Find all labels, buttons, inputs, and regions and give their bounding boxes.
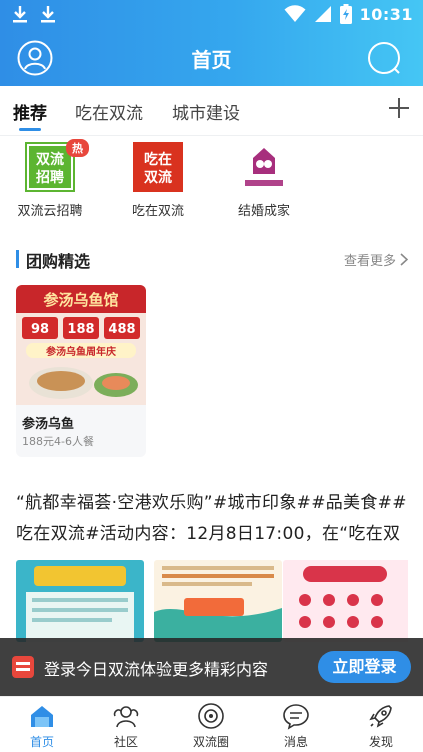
shortcut-label: 吃在双流 [131,204,184,219]
download-icon [13,6,27,23]
home-icon [31,706,53,727]
nav-label: 双流圈 [192,735,229,749]
tab-city-construction[interactable]: 城市建设 [172,99,240,124]
nav-community[interactable]: 社区 [84,702,168,750]
view-more-link[interactable]: 查看更多 [344,250,408,269]
download-icon [41,6,55,23]
svg-text:双流: 双流 [144,169,172,186]
page-title: 首页 [191,48,232,72]
poster-banner: 参汤乌鱼周年庆 [46,345,116,358]
community-icon [113,706,139,728]
circle-icon [198,703,224,729]
deal-price: 188元4-6人餐 [22,435,94,448]
post-image[interactable] [283,560,411,642]
battery-charging-icon [339,4,352,24]
nav-label: 消息 [283,735,308,749]
status-time: 10:31 [359,4,413,24]
app-header: 10:31 首页 [0,0,423,86]
view-more-label: 查看更多 [343,254,396,269]
login-prompt-bar: 登录今日双流体验更多精彩内容 立即登录 [0,638,423,696]
search-button[interactable] [367,41,401,75]
deal-card[interactable]: 参汤乌鱼馆 98 188 488 参汤乌鱼周年庆 参汤乌鱼 188元4-6人餐 [16,285,146,457]
bottom-navigation: 首页 社区 双流圈 消息 发现 [0,696,423,752]
post-text[interactable]: “航都幸福荟·空港欢乐购”#城市印象##品美食##吃在双流#活动内容：12月8日… [16,488,408,550]
nav-label: 首页 [29,735,54,749]
nav-discover[interactable]: 发现 [339,702,423,750]
svg-text:招聘: 招聘 [36,169,64,186]
shortcut-eat[interactable]: 吃在 双流 吃在双流 [113,142,203,219]
login-button[interactable]: 立即登录 [318,651,411,683]
status-bar: 10:31 [0,0,423,30]
tab-eat-in-shuangliu[interactable]: 吃在双流 [75,99,143,124]
plus-icon[interactable] [387,96,411,120]
recruit-icon: 双流 招聘 热 [25,139,89,192]
shortcut-recruit[interactable]: 双流 招聘 热 双流云招聘 [5,139,95,219]
poster-price: 488 [108,322,135,337]
title-bar: 首页 [0,30,423,86]
post-image[interactable] [16,560,144,642]
svg-text:双流: 双流 [36,151,64,168]
shortcut-label: 双流云招聘 [17,204,83,219]
chevron-right-icon [400,253,408,266]
channel-tabs: 推荐 吃在双流 城市建设 [0,86,423,136]
nav-label: 社区 [113,735,138,749]
message-icon [283,704,309,730]
login-prompt-text: 登录今日双流体验更多精彩内容 [44,660,269,679]
nav-home[interactable]: 首页 [0,702,84,750]
deal-image: 参汤乌鱼馆 98 188 488 参汤乌鱼周年庆 [16,285,146,405]
nav-messages[interactable]: 消息 [254,702,338,750]
wifi-icon [284,5,306,22]
group-buy-header: 团购精选 查看更多 [16,248,408,271]
poster-price: 98 [31,322,49,337]
svg-text:吃在: 吃在 [144,151,172,168]
poster-price: 188 [67,322,94,337]
nav-circle[interactable]: 双流圈 [169,702,253,750]
deal-name: 参汤乌鱼 [22,417,75,432]
shortcut-wedding[interactable]: 结婚成家 [219,142,309,219]
eat-icon: 吃在 双流 [133,142,183,192]
nav-label: 发现 [368,735,393,749]
post-image[interactable] [154,560,282,642]
section-accent-bar [16,250,19,268]
signal-icon [314,6,331,22]
wedding-icon [239,142,289,192]
tab-recommend[interactable]: 推荐 [13,99,47,124]
section-title: 团购精选 [26,252,91,271]
poster-title: 参汤乌鱼馆 [43,291,118,309]
rocket-icon [369,705,392,728]
shortcut-label: 结婚成家 [237,204,290,219]
active-tab-indicator [19,128,41,131]
app-logo-icon [12,656,34,678]
hot-badge: 热 [66,139,89,157]
search-icon [368,42,400,74]
